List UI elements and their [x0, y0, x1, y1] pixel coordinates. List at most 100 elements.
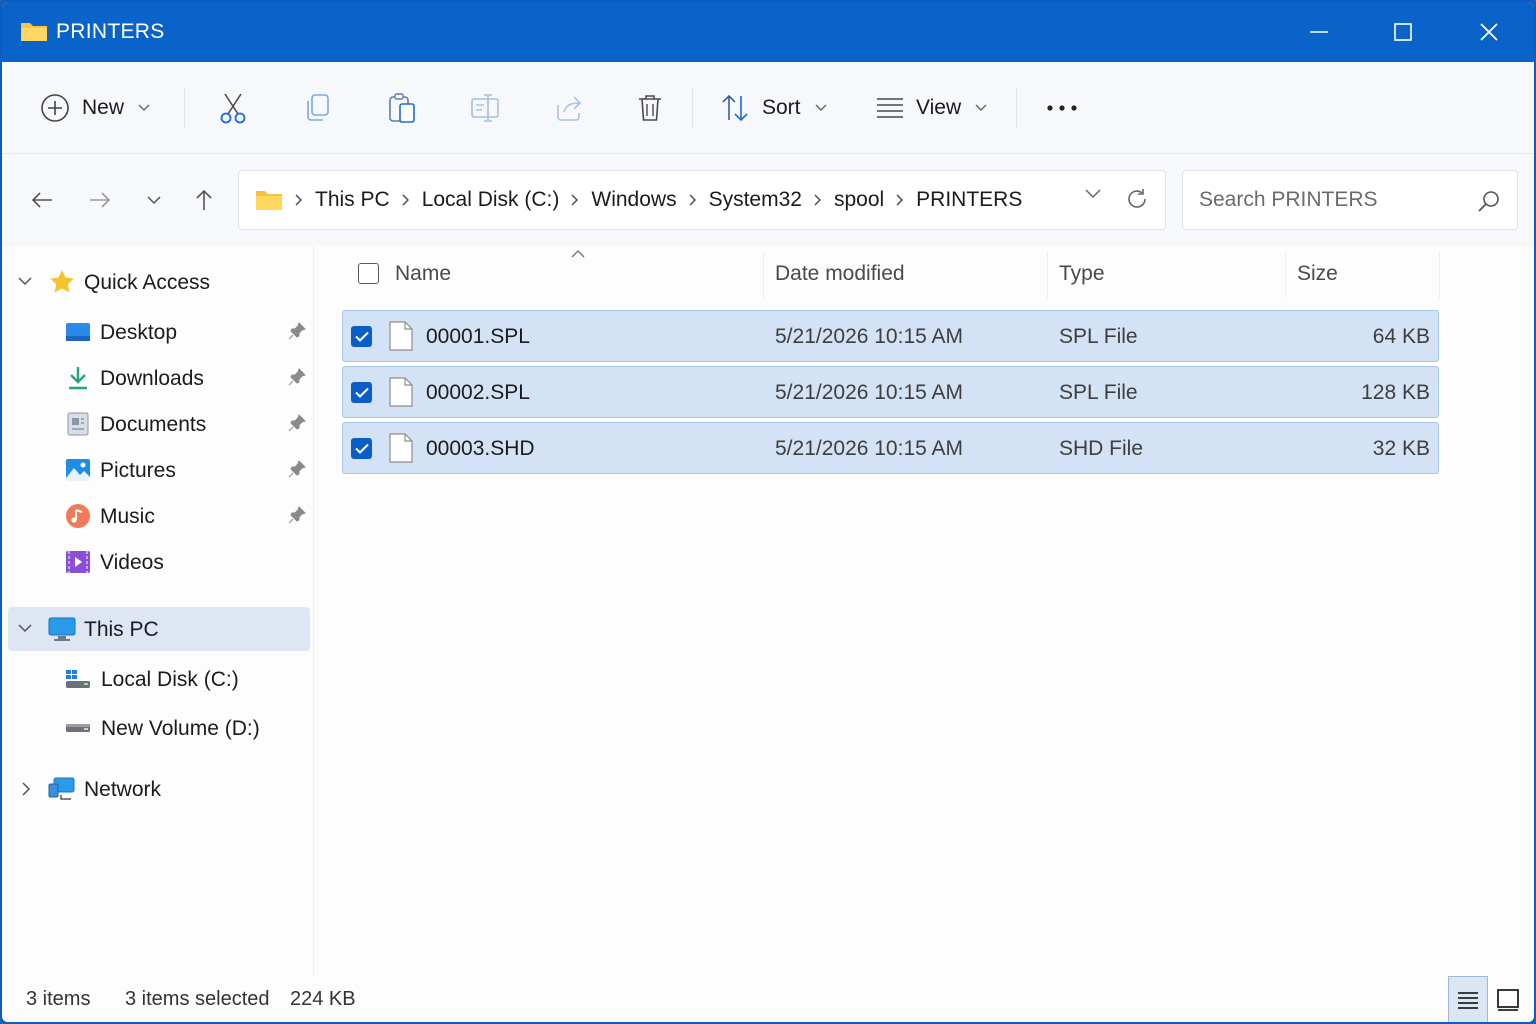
column-divider[interactable]: [1047, 252, 1048, 298]
table-row[interactable]: 00003.SHD 5/21/2026 10:15 AM SHD File 32…: [342, 422, 1439, 474]
sidebar-item-network[interactable]: Network: [8, 767, 310, 811]
refresh-icon[interactable]: [1125, 187, 1149, 211]
pin-icon[interactable]: [288, 414, 306, 432]
search-box[interactable]: [1182, 170, 1518, 230]
minimize-icon: [1310, 31, 1328, 33]
sidebar-item-desktop[interactable]: Desktop: [8, 310, 310, 354]
cut-button[interactable]: [218, 84, 248, 132]
checkmark-icon: [354, 331, 369, 342]
table-row[interactable]: 00002.SPL 5/21/2026 10:15 AM SPL File 12…: [342, 366, 1439, 418]
row-checkbox[interactable]: [351, 326, 372, 347]
table-row[interactable]: 00001.SPL 5/21/2026 10:15 AM SPL File 64…: [342, 310, 1439, 362]
breadcrumb-local-disk[interactable]: Local Disk (C:): [422, 188, 560, 212]
search-input[interactable]: [1199, 185, 1469, 215]
file-type: SPL File: [1059, 381, 1138, 404]
pin-icon[interactable]: [288, 506, 306, 524]
minimize-button[interactable]: [1276, 2, 1362, 62]
pin-icon[interactable]: [288, 460, 306, 478]
file-size: 32 KB: [1372, 437, 1430, 460]
column-divider[interactable]: [1285, 252, 1286, 298]
row-checkbox[interactable]: [351, 438, 372, 459]
new-button[interactable]: New: [40, 84, 150, 132]
chevron-down-icon: [815, 104, 827, 111]
sidebar-item-this-pc[interactable]: This PC: [8, 607, 310, 651]
toolbar-divider: [692, 88, 693, 128]
breadcrumb-spool[interactable]: spool: [834, 188, 884, 212]
checkmark-icon: [354, 387, 369, 398]
select-all-checkbox[interactable]: [358, 263, 379, 284]
rename-button[interactable]: [470, 84, 502, 132]
column-divider[interactable]: [763, 252, 764, 298]
chevron-down-icon[interactable]: [18, 624, 32, 633]
network-icon: [48, 775, 76, 803]
file-date-modified: 5/21/2026 10:15 AM: [775, 325, 963, 348]
sidebar-item-pictures[interactable]: Pictures: [8, 448, 310, 492]
toolbar-divider: [184, 88, 185, 128]
column-divider[interactable]: [1439, 252, 1440, 298]
sidebar-item-label: Pictures: [100, 459, 176, 482]
navigation-bar: This PC Local Disk (C:) Windows System32…: [2, 154, 1534, 246]
delete-button[interactable]: [637, 84, 663, 132]
search-icon[interactable]: [1477, 189, 1501, 213]
sidebar-item-downloads[interactable]: Downloads: [8, 356, 310, 400]
chevron-down-icon[interactable]: [18, 277, 32, 286]
sort-ascending-indicator-icon: [571, 250, 585, 258]
file-type: SHD File: [1059, 437, 1144, 460]
file-date-modified: 5/21/2026 10:15 AM: [775, 437, 963, 460]
sidebar-item-new-volume-d[interactable]: New Volume (D:): [8, 706, 310, 750]
documents-icon: [64, 410, 92, 438]
row-checkbox[interactable]: [351, 382, 372, 403]
column-header-label: Name: [395, 262, 452, 285]
paste-icon: [389, 93, 415, 123]
column-header-name[interactable]: Name: [395, 246, 451, 302]
address-bar[interactable]: This PC Local Disk (C:) Windows System32…: [238, 170, 1166, 230]
file-icon: [389, 433, 413, 463]
paste-button[interactable]: [387, 84, 417, 132]
new-icon: [41, 94, 69, 122]
breadcrumb-system32[interactable]: System32: [709, 188, 802, 212]
view-button[interactable]: View: [876, 84, 987, 132]
file-icon: [389, 321, 413, 351]
pin-icon[interactable]: [288, 322, 306, 340]
title-bar: PRINTERS: [2, 2, 1534, 62]
close-button[interactable]: [1446, 2, 1532, 62]
file-name[interactable]: 00002.SPL: [426, 381, 530, 405]
address-history-chevron-icon[interactable]: [1085, 189, 1101, 199]
sidebar-item-music[interactable]: Music: [8, 494, 310, 538]
large-icons-view-button[interactable]: [1488, 976, 1528, 1022]
breadcrumb-this-pc[interactable]: This PC: [315, 188, 390, 212]
up-button[interactable]: [184, 180, 224, 220]
breadcrumb-printers[interactable]: PRINTERS: [916, 188, 1022, 212]
file-type: SPL File: [1059, 325, 1138, 348]
forward-button[interactable]: [80, 180, 120, 220]
pin-icon[interactable]: [288, 368, 306, 386]
column-header-type[interactable]: Type: [1059, 246, 1105, 302]
sidebar-item-quick-access[interactable]: Quick Access: [8, 260, 310, 304]
status-item-count: 3 items: [26, 988, 91, 1010]
recent-locations-button[interactable]: [134, 180, 174, 220]
sidebar-item-local-disk-c[interactable]: Local Disk (C:): [8, 657, 310, 701]
sidebar-item-videos[interactable]: Videos: [8, 540, 310, 584]
more-options-button[interactable]: [1046, 84, 1078, 132]
breadcrumb-windows[interactable]: Windows: [591, 188, 676, 212]
share-icon: [557, 96, 582, 121]
back-button[interactable]: [22, 180, 62, 220]
file-name[interactable]: 00003.SHD: [426, 437, 535, 461]
details-view-button[interactable]: [1448, 976, 1488, 1022]
copy-icon: [307, 94, 329, 121]
column-header-date[interactable]: Date modified: [775, 246, 905, 302]
close-icon: [1480, 23, 1498, 41]
column-header-size[interactable]: Size: [1297, 246, 1338, 302]
file-name[interactable]: 00001.SPL: [426, 325, 530, 349]
sidebar-item-documents[interactable]: Documents: [8, 402, 310, 446]
share-button[interactable]: [554, 84, 584, 132]
column-header-label: Size: [1297, 262, 1338, 285]
maximize-button[interactable]: [1360, 2, 1446, 62]
arrow-right-icon: [90, 192, 111, 208]
checkmark-icon: [354, 443, 369, 454]
copy-button[interactable]: [304, 84, 332, 132]
sort-button[interactable]: Sort: [720, 84, 827, 132]
desktop-icon: [64, 318, 92, 346]
chevron-right-icon[interactable]: [22, 782, 31, 796]
local-disk-icon: [64, 665, 92, 693]
